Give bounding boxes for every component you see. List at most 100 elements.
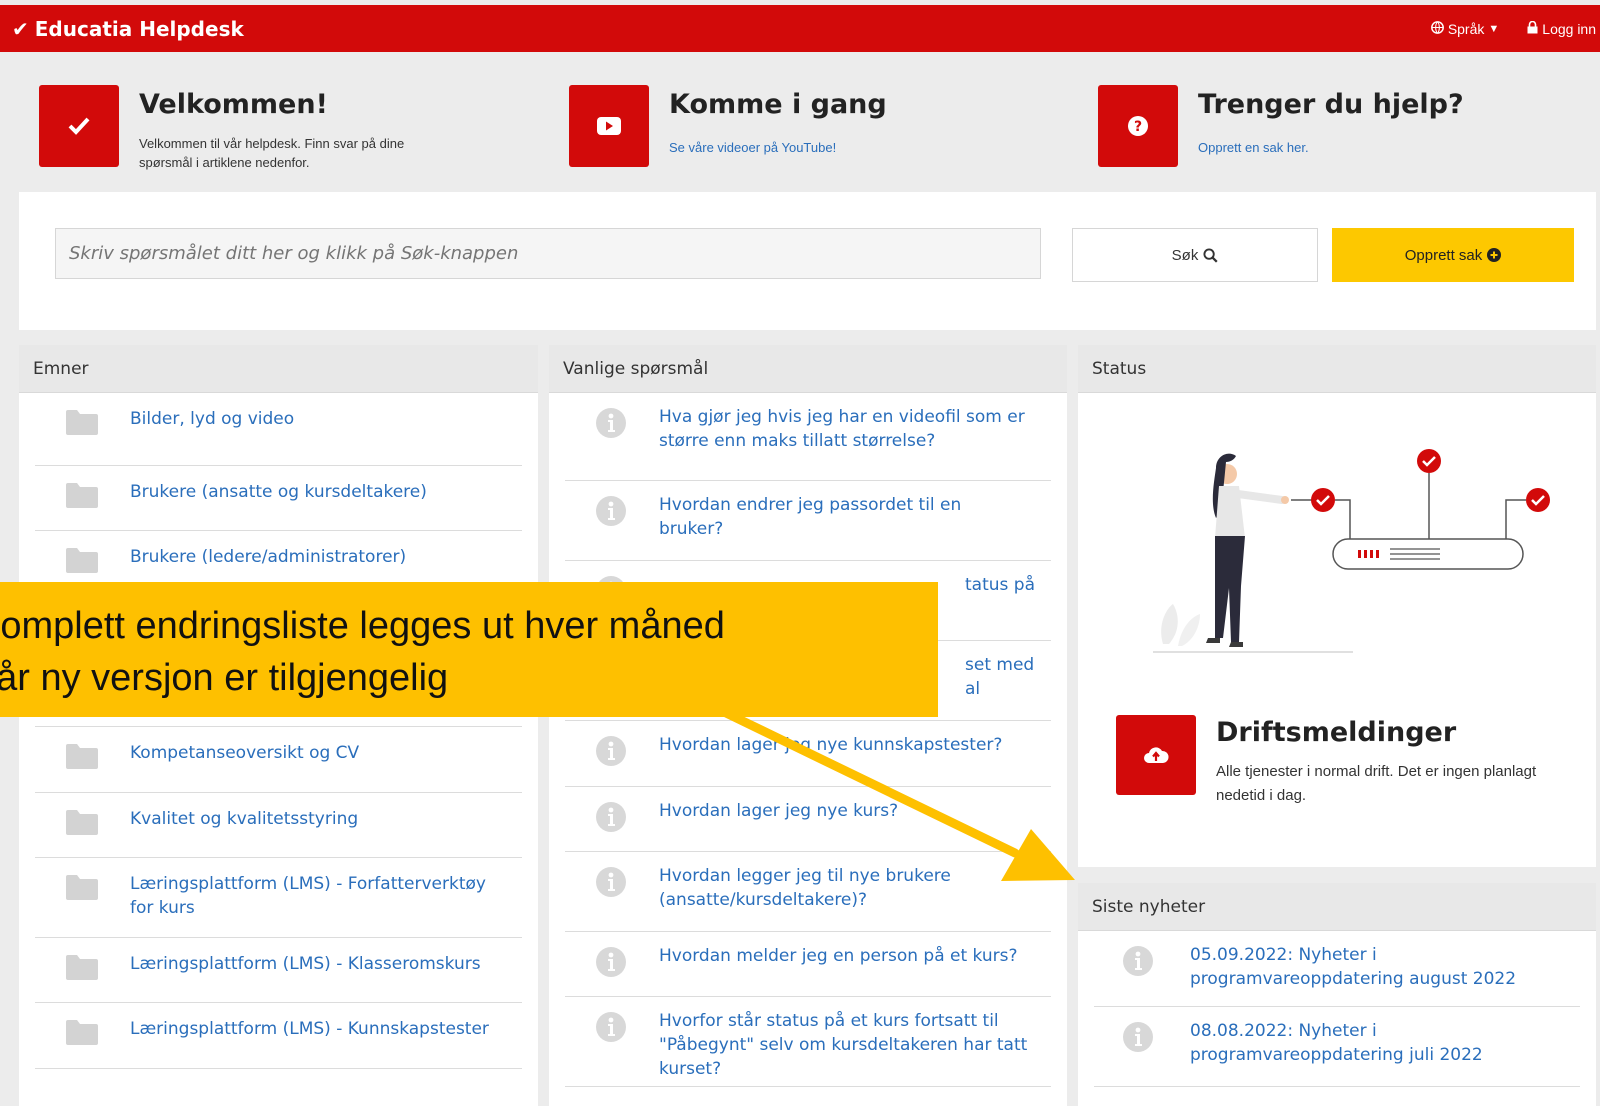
create-case-link[interactable]: Opprett en sak her. bbox=[1198, 140, 1309, 155]
question-icon[interactable]: ? bbox=[1098, 85, 1178, 167]
topic-label[interactable]: Læringsplattform (LMS) - Klasseromskurs bbox=[130, 952, 505, 976]
check-icon: ✔ bbox=[12, 16, 29, 41]
top-bar: ✔ Educatia Helpdesk Språk ▼ Logg inn bbox=[0, 5, 1600, 52]
topics-title: Emner bbox=[19, 345, 538, 393]
callout-line-1: Komplett endringsliste legges ut hver må… bbox=[0, 605, 725, 647]
faq-item[interactable]: Hvordan lager jeg nye kurs? bbox=[565, 787, 1051, 852]
status-title: Status bbox=[1078, 345, 1596, 393]
youtube-link[interactable]: Se våre videoer på YouTube! bbox=[669, 140, 836, 155]
topic-label[interactable]: Læringsplattform (LMS) - Kunnskapstester bbox=[130, 1017, 505, 1041]
faq-list: Hva gjør jeg hvis jeg har en videofil so… bbox=[549, 393, 1067, 1087]
help-title: Trenger du hjelp? bbox=[1198, 89, 1464, 120]
news-title: Siste nyheter bbox=[1078, 883, 1596, 931]
faq-label[interactable]: Hvordan legger jeg til nye brukere (ansa… bbox=[659, 864, 1029, 912]
folder-icon bbox=[66, 410, 98, 435]
search-button[interactable]: Søk bbox=[1072, 228, 1318, 282]
info-icon bbox=[1122, 1021, 1154, 1053]
check-icon bbox=[39, 85, 119, 167]
faq-item[interactable]: Hvordan endrer jeg passordet til en bruk… bbox=[565, 481, 1051, 561]
faq-label[interactable]: Hvordan lager jeg nye kunnskapstester? bbox=[659, 733, 1029, 757]
search-panel: Søk Opprett sak bbox=[19, 192, 1596, 330]
info-icon bbox=[595, 946, 627, 978]
caret-down-icon: ▼ bbox=[1488, 22, 1500, 35]
info-icon bbox=[595, 801, 627, 833]
youtube-icon[interactable] bbox=[569, 85, 649, 167]
info-icon bbox=[595, 735, 627, 767]
news-item[interactable]: 08.08.2022: Nyheter i programvareoppdate… bbox=[1094, 1007, 1580, 1087]
faq-title: Vanlige spørsmål bbox=[549, 345, 1067, 393]
callout-banner: Komplett endringsliste legges ut hver må… bbox=[0, 582, 938, 717]
folder-icon bbox=[66, 955, 98, 980]
news-list: 05.09.2022: Nyheter i programvareoppdate… bbox=[1078, 931, 1596, 1087]
login-link[interactable]: Logg inn bbox=[1527, 20, 1596, 37]
topics-panel: Emner Bilder, lyd og video Brukere (ansat… bbox=[19, 345, 538, 1106]
globe-icon bbox=[1430, 20, 1444, 37]
welcome-title: Velkommen! bbox=[139, 89, 328, 120]
topic-item[interactable]: Læringsplattform (LMS) - Kunnskapstester bbox=[35, 1003, 522, 1069]
faq-label[interactable]: set med al bbox=[965, 653, 1055, 701]
topic-label[interactable]: Brukere (ansatte og kursdeltakere) bbox=[130, 480, 505, 504]
faq-label[interactable]: Hvorfor står status på et kurs fortsatt … bbox=[659, 1009, 1029, 1081]
folder-icon bbox=[66, 1020, 98, 1045]
topic-label[interactable]: Kompetanseoversikt og CV bbox=[130, 741, 505, 765]
status-panel: Status Driftsmeldinger Alle tjenester i … bbox=[1078, 345, 1596, 867]
lock-icon bbox=[1527, 20, 1538, 37]
brand[interactable]: ✔ Educatia Helpdesk bbox=[12, 5, 244, 52]
info-icon bbox=[1122, 945, 1154, 977]
drift-text: Alle tjenester i normal drift. Det er in… bbox=[1216, 763, 1537, 804]
news-item[interactable]: 05.09.2022: Nyheter i programvareoppdate… bbox=[1094, 931, 1580, 1007]
faq-label[interactable]: Hva gjør jeg hvis jeg har en videofil so… bbox=[659, 405, 1029, 453]
svg-text:?: ? bbox=[1134, 119, 1142, 135]
create-case-label: Opprett sak bbox=[1404, 246, 1483, 264]
folder-icon bbox=[66, 483, 98, 508]
faq-item[interactable]: Hvorfor står status på et kurs fortsatt … bbox=[565, 997, 1051, 1087]
faq-panel: Vanlige spørsmål Hva gjør jeg hvis jeg h… bbox=[549, 345, 1067, 1106]
drift-title: Driftsmeldinger bbox=[1216, 717, 1457, 748]
login-label: Logg inn bbox=[1542, 20, 1596, 37]
info-icon bbox=[595, 407, 627, 439]
search-button-label: Søk bbox=[1171, 246, 1199, 264]
topic-label[interactable]: Læringsplattform (LMS) - Forfatterverktø… bbox=[130, 872, 505, 920]
getting-started-title: Komme i gang bbox=[669, 89, 887, 120]
topic-item[interactable]: Brukere (ansatte og kursdeltakere) bbox=[35, 466, 522, 531]
faq-label[interactable]: Hvordan lager jeg nye kurs? bbox=[659, 799, 1029, 823]
info-icon bbox=[595, 495, 627, 527]
topic-label[interactable]: Brukere (ledere/administratorer) bbox=[130, 545, 505, 569]
hero-help: ? Trenger du hjelp? Opprett en sak her. bbox=[1098, 85, 1578, 167]
status-illustration bbox=[1153, 449, 1550, 653]
hero-getting-started: Komme i gang Se våre videoer på YouTube! bbox=[569, 85, 1019, 167]
faq-label[interactable]: tatus på bbox=[965, 573, 1055, 597]
topic-label[interactable]: Kvalitet og kvalitetsstyring bbox=[130, 807, 505, 831]
news-panel: Siste nyheter 05.09.2022: Nyheter i prog… bbox=[1078, 883, 1596, 1106]
faq-label[interactable]: Hvordan melder jeg en person på et kurs? bbox=[659, 944, 1029, 968]
topic-item[interactable]: Kompetanseoversikt og CV bbox=[35, 727, 522, 793]
topic-item[interactable]: Læringsplattform (LMS) - Forfatterverktø… bbox=[35, 858, 522, 938]
topic-item[interactable]: Læringsplattform (LMS) - Klasseromskurs bbox=[35, 938, 522, 1003]
folder-icon bbox=[66, 875, 98, 900]
faq-item[interactable]: Hvordan melder jeg en person på et kurs? bbox=[565, 932, 1051, 997]
faq-item[interactable]: Hva gjør jeg hvis jeg har en videofil so… bbox=[565, 393, 1051, 481]
callout-line-2: når ny versjon er tilgjengelig bbox=[0, 657, 449, 699]
info-icon bbox=[595, 866, 627, 898]
news-label[interactable]: 05.09.2022: Nyheter i programvareoppdate… bbox=[1190, 943, 1560, 991]
brand-name: Educatia Helpdesk bbox=[34, 16, 244, 41]
search-input[interactable] bbox=[55, 228, 1041, 279]
cloud-upload-icon bbox=[1116, 715, 1196, 795]
language-label: Språk bbox=[1447, 20, 1485, 37]
language-menu[interactable]: Språk ▼ bbox=[1430, 20, 1500, 37]
faq-item[interactable]: Hvordan legger jeg til nye brukere (ansa… bbox=[565, 852, 1051, 932]
folder-icon bbox=[66, 744, 98, 769]
top-nav: Språk ▼ Logg inn bbox=[1403, 5, 1600, 52]
topics-list: Bilder, lyd og video Brukere (ansatte og … bbox=[19, 393, 538, 1069]
faq-item[interactable]: Hvordan lager jeg nye kunnskapstester? bbox=[565, 721, 1051, 787]
topic-item[interactable]: Bilder, lyd og video bbox=[35, 393, 522, 466]
folder-icon bbox=[66, 810, 98, 835]
faq-label[interactable]: Hvordan endrer jeg passordet til en bruk… bbox=[659, 493, 1029, 541]
welcome-text: Velkommen til vår helpdesk. Finn svar på… bbox=[139, 136, 405, 170]
create-case-button[interactable]: Opprett sak bbox=[1332, 228, 1574, 282]
topic-label[interactable]: Bilder, lyd og video bbox=[130, 407, 505, 431]
news-label[interactable]: 08.08.2022: Nyheter i programvareoppdate… bbox=[1190, 1019, 1560, 1067]
hero-welcome: Velkommen! Velkommen til vår helpdesk. F… bbox=[39, 85, 519, 170]
plus-circle-icon bbox=[1487, 248, 1502, 262]
topic-item[interactable]: Kvalitet og kvalitetsstyring bbox=[35, 793, 522, 858]
